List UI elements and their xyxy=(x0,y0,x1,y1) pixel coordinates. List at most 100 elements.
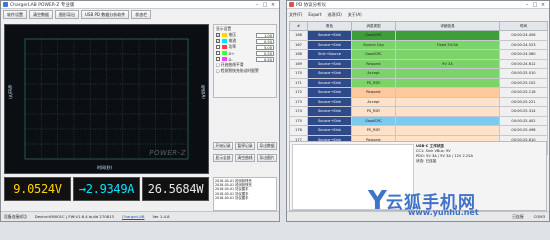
display-row-label: D+ xyxy=(228,50,235,56)
device-info: Device:KM001C | FW:V1.6.4 build 270813 xyxy=(34,214,114,219)
pd-cell-role: Source→Sink xyxy=(307,106,352,117)
pd-analyzer-button[interactable]: USB PD 数据分析软件 xyxy=(81,10,130,19)
pd-message-table[interactable]: # 角色 消息类型 详细信息 时间 166 Source→Sink GoodCRC 0… xyxy=(289,21,548,155)
display-row-label: 功率 xyxy=(228,44,237,49)
pd-menu: 文件(F) Export 选项(O) 关于(A) xyxy=(289,10,547,19)
checkbox[interactable] xyxy=(216,39,220,43)
pd-row[interactable]: 175 Source→Sink GoodCRC 00:00:25.402 xyxy=(289,115,548,126)
event-log[interactable]: 2018-05-01 检测到快充 2018-05-01 检测到快充 2018-05-… xyxy=(213,177,277,211)
pd-cell-time: 00:00:25.010 xyxy=(499,68,548,79)
pd-cell-time: 00:00:24.560 xyxy=(499,49,548,60)
pd-row[interactable]: 173 Source→Sink Accept 00:00:25.221 xyxy=(289,96,548,107)
menu-file[interactable]: 文件(F) xyxy=(289,12,302,18)
col-role[interactable]: 角色 xyxy=(307,21,352,31)
checkbox[interactable] xyxy=(216,57,220,61)
pause-record-button[interactable]: 暂停记录 xyxy=(235,142,255,150)
pd-cell-detail xyxy=(395,96,500,107)
color-swatch[interactable] xyxy=(221,57,227,61)
pd-port: COM3 xyxy=(533,214,545,219)
pd-app-icon xyxy=(289,2,294,7)
export-chart-button[interactable]: 图形导出 xyxy=(55,10,79,19)
menu-export[interactable]: Export xyxy=(308,12,321,17)
realtime-plot[interactable]: 电压(V) 电流(A) 时间(秒) POWER-Z xyxy=(4,24,209,174)
pd-row[interactable]: 176 Source→Sink PS_RDY 00:00:25.498 xyxy=(289,125,548,136)
pd-statusbar: 已连接 COM3 xyxy=(287,211,549,221)
maximize-icon[interactable]: □ xyxy=(261,2,269,8)
export-data-button[interactable]: 导出数据 xyxy=(257,142,277,150)
show-all-button[interactable]: 显示全部 xyxy=(213,154,233,162)
pd-row[interactable]: 167 Source→Sink Source Cap Fixed 5V/3A 00:00… xyxy=(289,39,548,50)
minimize-icon[interactable]: – xyxy=(253,2,261,8)
pd-table-header: # 角色 消息类型 详细信息 时间 xyxy=(289,21,548,31)
pd-cell-no: 171 xyxy=(289,77,308,88)
export-image-button[interactable]: 导出图片 xyxy=(257,154,277,162)
pd-cell-no: 170 xyxy=(289,68,308,79)
scale-input[interactable]: 0.50 xyxy=(256,50,274,56)
color-swatch[interactable] xyxy=(221,45,227,49)
pd-connection: 已连接 xyxy=(512,213,524,219)
scale-input[interactable]: 0.50 xyxy=(256,56,274,62)
pd-cell-time: 00:00:25.402 xyxy=(499,115,548,126)
pd-row[interactable]: 172 Source→Sink Request 00:00:25.118 xyxy=(289,87,548,98)
color-swatch[interactable] xyxy=(221,33,227,37)
powerz-logo: POWER-Z xyxy=(149,149,186,157)
col-no[interactable]: # xyxy=(289,21,308,31)
statusbar-button[interactable]: 状态栏 xyxy=(131,10,152,19)
pd-cell-type: Request xyxy=(351,87,396,98)
pd-cell-type: Request xyxy=(351,58,396,69)
col-type[interactable]: 消息类型 xyxy=(351,21,396,31)
pd-cell-detail xyxy=(395,30,500,41)
pd-minimize-icon[interactable]: – xyxy=(523,2,531,8)
menu-about[interactable]: 关于(A) xyxy=(348,12,362,18)
pd-cell-role: Source→Sink xyxy=(307,58,352,69)
color-swatch[interactable] xyxy=(221,51,227,55)
pd-cell-role: Source→Sink xyxy=(307,68,352,79)
main-statusbar: 设备连接成功 Device:KM001C | FW:V1.6.4 build 2… xyxy=(1,211,279,221)
chargerlab-link[interactable]: ChargerLAB xyxy=(122,214,145,219)
pd-cell-detail xyxy=(395,106,500,117)
alarm-option[interactable]: □ 检测到快充协议时报警 xyxy=(214,68,276,74)
pd-row[interactable]: 166 Source→Sink GoodCRC 00:00:24.456 xyxy=(289,30,548,41)
pd-row[interactable]: 171 Source→Sink PS_RDY 00:00:25.102 xyxy=(289,77,548,88)
checkbox[interactable] xyxy=(216,51,220,55)
time-axis-label: 时间(秒) xyxy=(97,165,113,170)
pd-cell-role: Sink→Source xyxy=(307,49,352,60)
color-swatch[interactable] xyxy=(221,39,227,43)
settings-button[interactable]: 软件设置 xyxy=(3,10,27,19)
pd-cell-no: 166 xyxy=(289,30,308,41)
app-icon xyxy=(3,2,8,7)
display-settings-title: 显示设置 xyxy=(216,26,232,31)
scale-input[interactable]: 5.00 xyxy=(256,44,274,50)
menu-options[interactable]: 选项(O) xyxy=(328,12,342,18)
pd-cell-type: GoodCRC xyxy=(351,49,396,60)
scale-input[interactable]: 1.00 xyxy=(256,32,274,38)
log-line: 2018-05-01 协议握手 xyxy=(215,195,249,200)
pd-row[interactable]: 170 Source→Sink Accept 00:00:25.010 xyxy=(289,68,548,79)
checkbox[interactable] xyxy=(216,45,220,49)
pd-cell-no: 167 xyxy=(289,39,308,50)
pd-close-icon[interactable]: × xyxy=(539,2,547,8)
checkbox[interactable] xyxy=(216,33,220,37)
col-time[interactable]: 时间 xyxy=(499,21,548,31)
pd-maximize-icon[interactable]: □ xyxy=(531,2,539,8)
pd-row[interactable]: 168 Sink→Source GoodCRC 00:00:24.560 xyxy=(289,49,548,60)
scale-input[interactable]: 0.50 xyxy=(256,38,274,44)
main-toolbar: 软件设置 清空数据 图形导出 USB PD 数据分析软件 状态栏 xyxy=(3,10,277,20)
pd-cell-time: 00:00:25.314 xyxy=(499,106,548,117)
pd-raw-view[interactable] xyxy=(292,144,414,210)
pd-cell-role: Source→Sink xyxy=(307,125,352,136)
clear-curve-button[interactable]: 清空曲线 xyxy=(235,154,255,162)
pd-row[interactable]: 174 Source→Sink PS_RDY 00:00:25.314 xyxy=(289,106,548,117)
pd-cell-detail: 9V 3A xyxy=(395,58,500,69)
col-detail[interactable]: 详细信息 xyxy=(395,21,500,31)
pd-row[interactable]: 169 Source→Sink Request 9V 3A 00:00:24.612 xyxy=(289,58,548,69)
pd-cell-type: Accept xyxy=(351,96,396,107)
close-icon[interactable]: × xyxy=(269,2,277,8)
pd-cell-role: Source→Sink xyxy=(307,87,352,98)
pd-cell-role: Source→Sink xyxy=(307,39,352,50)
current-axis-label: 电流(A) xyxy=(201,85,206,99)
pd-cell-time: 00:00:25.118 xyxy=(499,87,548,98)
pd-cell-no: 168 xyxy=(289,49,308,60)
start-record-button[interactable]: 开始记录 xyxy=(213,142,233,150)
clear-data-button[interactable]: 清空数据 xyxy=(29,10,53,19)
